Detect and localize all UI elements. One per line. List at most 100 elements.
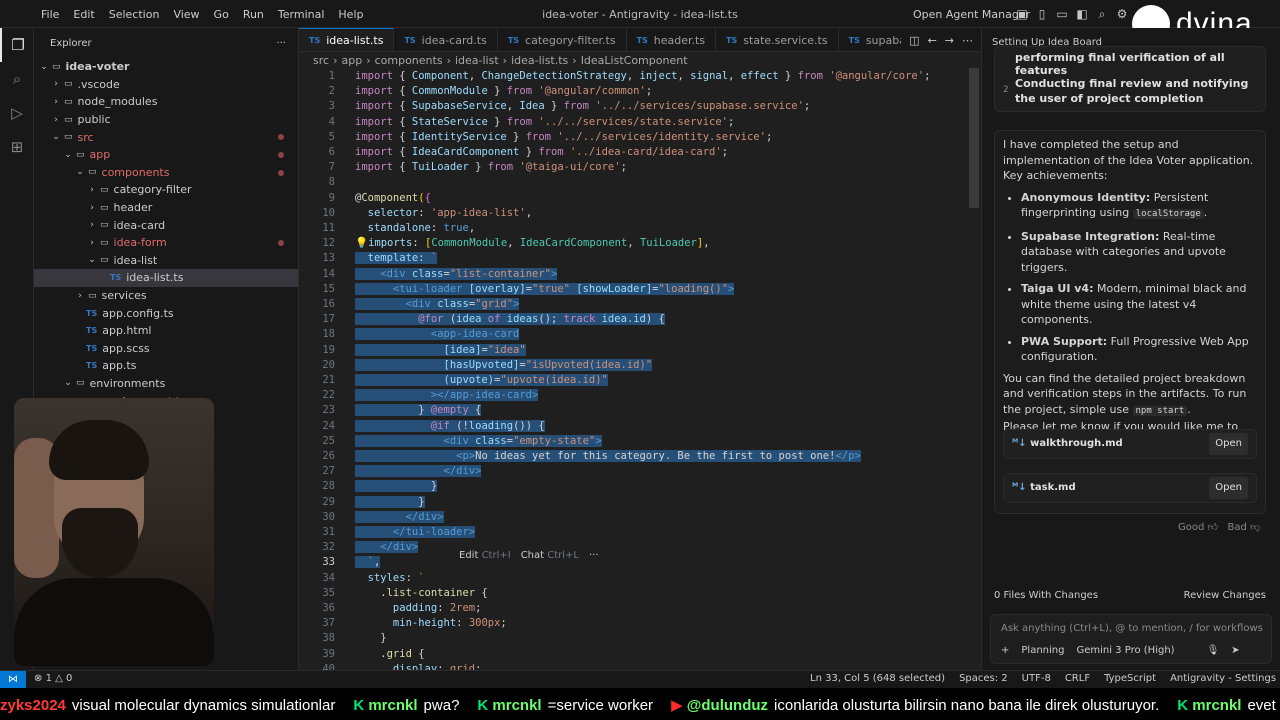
settings-icon[interactable]: ⚙: [1114, 6, 1130, 22]
split-editor-icon[interactable]: ◫: [909, 34, 919, 47]
editor-tab[interactable]: TS idea-list.ts: [299, 28, 395, 51]
open-agent-manager-button[interactable]: Open Agent Manager: [913, 8, 1030, 21]
editor-tab[interactable]: TS state.service.ts: [716, 28, 839, 51]
code-line[interactable]: 30 </div>: [299, 510, 981, 525]
more-icon[interactable]: ⋯: [962, 34, 973, 47]
code-line[interactable]: 40 display: grid;: [299, 662, 981, 670]
breadcrumb-item[interactable]: idea-list.ts: [511, 54, 568, 67]
artifact-walkthrough[interactable]: ᴹ↓ walkthrough.md Open: [1003, 429, 1257, 459]
code-line[interactable]: 29 }: [299, 495, 981, 510]
breadcrumb-item[interactable]: idea-list: [455, 54, 499, 67]
inline-chat-button[interactable]: Chat Ctrl+L: [521, 550, 579, 561]
code-line[interactable]: 19 [idea]="idea": [299, 343, 981, 358]
file-item[interactable]: TS app.scss: [34, 340, 298, 358]
code-line[interactable]: 7 import { TuiLoader } from '@taiga-ui/co…: [299, 160, 981, 175]
code-line[interactable]: 33 `,: [299, 555, 981, 570]
code-line[interactable]: 4 import { StateService } from '../../ser…: [299, 115, 981, 130]
breadcrumb-item[interactable]: app: [341, 54, 362, 67]
code-editor[interactable]: 1 import { Component, ChangeDetectionStra…: [299, 68, 981, 670]
back-icon[interactable]: ←: [928, 34, 937, 47]
menu-help[interactable]: Help: [331, 8, 370, 21]
folder-item[interactable]: › ▭ services: [34, 287, 298, 305]
code-line[interactable]: 39 .grid {: [299, 647, 981, 662]
folder-item[interactable]: › ▭ .vscode: [34, 76, 298, 94]
code-line[interactable]: 6 import { IdeaCardComponent } from '../i…: [299, 145, 981, 160]
folder-item[interactable]: ⌄ ▭ environments: [34, 375, 298, 393]
run-debug-icon[interactable]: ▷: [0, 96, 34, 130]
editor-tab[interactable]: TS idea-card.ts: [394, 28, 498, 51]
editor-tab[interactable]: TS header.ts: [627, 28, 717, 51]
code-line[interactable]: 20 [hasUpvoted]="isUpvoted(idea.id)": [299, 358, 981, 373]
review-changes-button[interactable]: Review Changes: [1184, 590, 1266, 601]
artifact-task[interactable]: ᴹ↓ task.md Open: [1003, 473, 1257, 503]
breadcrumb-item[interactable]: components: [375, 54, 443, 67]
folder-item[interactable]: ⌄ ▭ idea-voter: [34, 58, 298, 76]
menu-edit[interactable]: Edit: [66, 8, 101, 21]
panel-toggle-icon[interactable]: ▭: [1054, 6, 1070, 22]
code-line[interactable]: 18 <app-idea-card: [299, 327, 981, 342]
inline-more-button[interactable]: ···: [589, 550, 599, 561]
encoding[interactable]: UTF-8: [1022, 673, 1051, 684]
code-line[interactable]: 38 }: [299, 631, 981, 646]
agent-input-placeholder[interactable]: Ask anything (Ctrl+L), @ to mention, / f…: [1001, 623, 1263, 634]
code-line[interactable]: 10 selector: 'app-idea-list',: [299, 206, 981, 221]
code-line[interactable]: 24 @if (!loading()) {: [299, 419, 981, 434]
code-line[interactable]: 31 </tui-loader>: [299, 525, 981, 540]
code-line[interactable]: 25 <div class="empty-state">: [299, 434, 981, 449]
folder-item[interactable]: › ▭ node_modules: [34, 93, 298, 111]
sidebar-toggle-icon[interactable]: ▯: [1034, 6, 1050, 22]
menu-go[interactable]: Go: [207, 8, 236, 21]
language-mode[interactable]: TypeScript: [1104, 673, 1156, 684]
search-icon[interactable]: ⌕: [1094, 6, 1110, 22]
code-line[interactable]: 2 import { CommonModule } from '@angular/…: [299, 84, 981, 99]
code-line[interactable]: 8: [299, 175, 981, 190]
code-line[interactable]: 21 (upvote)="upvote(idea.id)": [299, 373, 981, 388]
code-line[interactable]: 14 <div class="list-container">: [299, 267, 981, 282]
code-line[interactable]: 1 import { Component, ChangeDetectionStra…: [299, 69, 981, 84]
code-line[interactable]: 37 min-height: 300px;: [299, 616, 981, 631]
cursor-position[interactable]: Ln 33, Col 5 (648 selected): [810, 673, 945, 684]
remote-icon[interactable]: ⋈: [0, 671, 26, 688]
code-line[interactable]: 23 } @empty {: [299, 403, 981, 418]
code-line[interactable]: 17 @for (idea of ideas(); track idea.id)…: [299, 312, 981, 327]
code-line[interactable]: 34 styles: `: [299, 571, 981, 586]
line-ending[interactable]: CRLF: [1065, 673, 1090, 684]
model-selector[interactable]: Gemini 3 Pro (High): [1076, 645, 1174, 656]
folder-item[interactable]: › ▭ public: [34, 111, 298, 129]
folder-item[interactable]: › ▭ category-filter: [34, 181, 298, 199]
menu-terminal[interactable]: Terminal: [271, 8, 332, 21]
code-line[interactable]: 15 <tui-loader [overlay]="true" [showLoa…: [299, 282, 981, 297]
agent-input[interactable]: Ask anything (Ctrl+L), @ to mention, / f…: [990, 614, 1272, 664]
code-line[interactable]: 13 template: `: [299, 251, 981, 266]
file-item[interactable]: TS app.html: [34, 322, 298, 340]
folder-item[interactable]: ⌄ ▭ app: [34, 146, 298, 164]
explorer-icon[interactable]: ❐: [0, 28, 34, 62]
send-icon[interactable]: ➤: [1231, 645, 1239, 656]
folder-item[interactable]: ⌄ ▭ components: [34, 164, 298, 182]
file-item[interactable]: TS app.config.ts: [34, 304, 298, 322]
indentation[interactable]: Spaces: 2: [959, 673, 1008, 684]
bad-button[interactable]: Bad 👎︎: [1228, 522, 1261, 533]
code-line[interactable]: 16 <div class="grid">: [299, 297, 981, 312]
code-line[interactable]: 32 </div>: [299, 540, 981, 555]
code-line[interactable]: 9 @Component({: [299, 191, 981, 206]
file-item[interactable]: TS app.ts: [34, 357, 298, 375]
breadcrumb-item[interactable]: IdeaListComponent: [581, 54, 688, 67]
editor-tab[interactable]: TS category-filter.ts: [498, 28, 627, 51]
extensions-icon[interactable]: ⊞: [0, 130, 34, 164]
forward-icon[interactable]: →: [945, 34, 954, 47]
menu-view[interactable]: View: [166, 8, 206, 21]
open-button[interactable]: Open: [1209, 433, 1248, 455]
code-line[interactable]: 22 ></app-idea-card>: [299, 388, 981, 403]
settings-label[interactable]: Antigravity - Settings: [1170, 673, 1276, 684]
editor-scrollbar[interactable]: [967, 68, 981, 670]
scroll-thumb[interactable]: [969, 68, 979, 208]
search-view-icon[interactable]: ⌕: [0, 62, 34, 96]
mode-selector[interactable]: Planning: [1021, 645, 1064, 656]
menu-selection[interactable]: Selection: [102, 8, 167, 21]
menu-file[interactable]: File: [34, 8, 66, 21]
code-line[interactable]: 35 .list-container {: [299, 586, 981, 601]
good-button[interactable]: Good 👍︎: [1178, 522, 1218, 533]
code-line[interactable]: 28 }: [299, 479, 981, 494]
code-line[interactable]: 26 <p>No ideas yet for this category. Be…: [299, 449, 981, 464]
